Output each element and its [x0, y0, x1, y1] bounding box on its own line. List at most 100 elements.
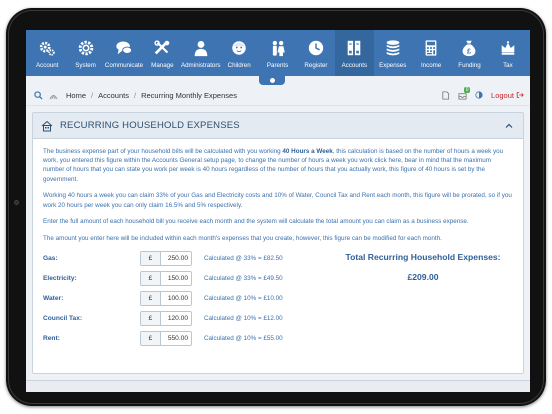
bill-label: Rent:: [43, 334, 60, 342]
ledger-icon: [348, 40, 361, 56]
nav-label: Income: [420, 62, 442, 69]
nav-item-children[interactable]: Children: [220, 30, 258, 76]
child-icon: [232, 41, 246, 55]
panel-header[interactable]: RECURRING HOUSEHOLD EXPENSES: [33, 113, 523, 139]
nav-label: Parents: [266, 62, 289, 69]
nav-label: Register: [304, 62, 328, 69]
bill-row-gas: Gas: £ 250.00 Calculated @ 33% = £82.50: [43, 250, 323, 266]
nav-label: System: [75, 62, 96, 69]
svg-text:£: £: [467, 46, 471, 55]
bill-row-council-tax: Council Tax: £ 120.00 Calculated @ 10% =…: [43, 310, 323, 326]
currency-symbol: £: [141, 291, 161, 305]
nav-label: Accounts: [341, 62, 368, 69]
calculated-amount: Calculated @ 10% = £10.00: [204, 294, 283, 302]
bill-row-water: Water: £ 100.00 Calculated @ 10% = £10.0…: [43, 290, 323, 306]
amount-value[interactable]: 150.00: [161, 271, 191, 285]
currency-symbol: £: [141, 311, 161, 325]
next-panel-edge: [26, 380, 530, 392]
bill-label: Electricity:: [43, 274, 77, 282]
recurring-expenses-panel: RECURRING HOUSEHOLD EXPENSES The busines…: [32, 112, 524, 374]
nav-item-administrators[interactable]: Administrators: [180, 30, 221, 76]
collapse-nav-toggle[interactable]: [259, 76, 285, 85]
nav-item-parents[interactable]: Parents: [258, 30, 296, 76]
instruction-paragraph: Enter the full amount of each household …: [43, 218, 469, 226]
amount-value[interactable]: 550.00: [161, 331, 191, 345]
breadcrumb-current: Recurring Monthly Expenses: [141, 90, 237, 100]
note-paragraph: The amount you enter here will be includ…: [43, 234, 442, 242]
bill-label: Council Tax:: [43, 314, 83, 322]
nav-label: Administrators: [180, 62, 221, 69]
app-screen: Account System Communicate Manage Admini…: [26, 30, 530, 392]
contrast-icon[interactable]: [475, 91, 483, 99]
panel-title: RECURRING HOUSEHOLD EXPENSES: [60, 120, 240, 131]
nav-item-system[interactable]: System: [66, 30, 104, 76]
house-icon: [41, 120, 53, 131]
breadcrumb-separator: /: [91, 90, 94, 100]
nav-item-communicate[interactable]: Communicate: [105, 30, 143, 76]
currency-symbol: £: [141, 331, 161, 345]
clock-icon: [308, 40, 324, 56]
tablet-camera: [14, 200, 19, 205]
header-divider: [26, 105, 530, 106]
claim-paragraph: Working 40 hours a week you can claim 33…: [43, 192, 512, 209]
collapse-dot-icon: [269, 78, 275, 83]
user-icon: [194, 40, 208, 57]
gas-amount-input[interactable]: £ 250.00: [140, 250, 192, 266]
breadcrumb: Home / Accounts / Recurring Monthly Expe…: [26, 85, 530, 105]
chat-icon: [116, 41, 133, 55]
calculated-amount: Calculated @ 10% = £55.00: [204, 334, 283, 342]
council-tax-amount-input[interactable]: £ 120.00: [140, 310, 192, 326]
panel-body: The business expense part of your househ…: [33, 139, 523, 361]
intro-text-a: The business expense part of your househ…: [43, 148, 283, 155]
crown-icon: [501, 41, 515, 55]
nav-label: Communicate: [104, 62, 144, 69]
search-icon[interactable]: [34, 90, 43, 100]
breadcrumb-accounts-link[interactable]: Accounts: [98, 91, 129, 100]
nav-item-manage[interactable]: Manage: [143, 30, 181, 76]
nav-item-income[interactable]: Income: [412, 30, 450, 76]
amount-value[interactable]: 120.00: [161, 311, 191, 325]
total-summary: Total Recurring Household Expenses: £209…: [343, 251, 503, 282]
parents-icon: [272, 40, 285, 57]
moneybag-icon: £: [463, 40, 476, 57]
nav-label: Tax: [503, 62, 513, 69]
chevron-up-icon[interactable]: [505, 122, 513, 130]
nav-item-tax[interactable]: Tax: [489, 30, 527, 76]
currency-symbol: £: [141, 251, 161, 265]
accessibility-icon[interactable]: [49, 91, 58, 100]
bill-label: Water:: [43, 294, 64, 302]
rent-amount-input[interactable]: £ 550.00: [140, 330, 192, 346]
electricity-amount-input[interactable]: £ 150.00: [140, 270, 192, 286]
nav-item-accounts[interactable]: Accounts: [335, 30, 374, 76]
breadcrumb-separator: /: [133, 90, 137, 100]
water-amount-input[interactable]: £ 100.00: [140, 290, 192, 306]
nav-label: Children: [227, 62, 251, 69]
bill-label: Gas:: [43, 254, 58, 262]
logout-icon: [516, 92, 524, 98]
nav-label: Expenses: [379, 62, 407, 69]
nav-item-expenses[interactable]: Expenses: [374, 30, 412, 76]
nav-label: Account: [36, 62, 59, 69]
tools-icon: [154, 40, 170, 55]
nav-item-funding[interactable]: £ Funding: [450, 30, 488, 76]
intro-paragraph: The business expense part of your househ…: [43, 147, 513, 184]
amount-value[interactable]: 250.00: [161, 251, 191, 265]
nav-item-register[interactable]: Register: [297, 30, 335, 76]
gear-icon: [78, 40, 93, 56]
calculated-amount: Calculated @ 10% = £12.00: [204, 314, 283, 322]
calculated-amount: Calculated @ 33% = £82.50: [204, 254, 283, 262]
document-icon[interactable]: [441, 90, 450, 100]
logout-button[interactable]: Logout: [491, 91, 524, 100]
currency-symbol: £: [141, 271, 161, 285]
amount-value[interactable]: 100.00: [161, 291, 191, 305]
logout-label: Logout: [491, 90, 514, 100]
bills-section: Gas: £ 250.00 Calculated @ 33% = £82.50 …: [43, 250, 513, 361]
header-actions: 0 Logout: [441, 85, 524, 105]
notifications-button[interactable]: 0: [458, 86, 471, 100]
hours-highlight: 40 Hours a Week: [282, 148, 333, 155]
notification-badge: 0: [464, 86, 471, 93]
tablet-frame: Account System Communicate Manage Admini…: [6, 8, 546, 406]
calculated-amount: Calculated @ 33% = £49.50: [204, 274, 283, 282]
nav-item-account[interactable]: Account: [28, 30, 66, 76]
breadcrumb-home-link[interactable]: Home: [66, 91, 86, 100]
